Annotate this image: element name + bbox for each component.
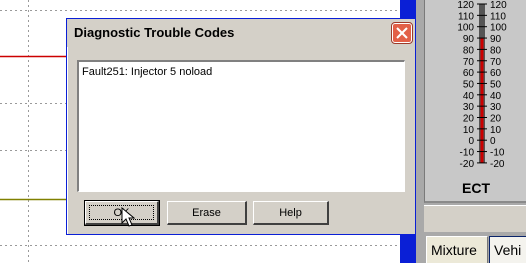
- gauge-tick-label-right: 70: [490, 57, 502, 68]
- gauge-tick-label-right: -20: [490, 159, 505, 170]
- close-icon: [396, 27, 408, 39]
- gauge-tick-label-right: 90: [490, 34, 502, 45]
- gauge-tick-label-left: 110: [458, 11, 474, 22]
- gauge-tick-label-left: -20: [460, 159, 475, 170]
- gauge-tick-label-right: 50: [490, 79, 502, 90]
- gauge-tick-label-left: 40: [463, 91, 475, 102]
- gauge-tick-label-right: 80: [490, 45, 502, 56]
- gauge-tick-label-left: 120: [457, 0, 474, 11]
- gauge-tick-label-left: -10: [460, 148, 475, 159]
- gauge-tick-label-right: 10: [490, 125, 502, 136]
- dialog-title: Diagnostic Trouble Codes: [74, 25, 235, 40]
- mouse-pointer-icon: [121, 206, 136, 234]
- gauge-tick-label-right: 40: [490, 91, 502, 102]
- panel-divider: [424, 205, 526, 232]
- gauge-tick-label-left: 80: [463, 45, 475, 56]
- help-button[interactable]: Help: [253, 201, 329, 225]
- gauge-tick-label-right: 110: [490, 11, 506, 22]
- ect-gauge-scale: 120 120110 110100 10090 9080 8070 7060 6050 5040…: [457, 0, 507, 170]
- gauge-tick-label-left: 100: [457, 23, 474, 34]
- gauge-tick-label-right: 20: [490, 114, 502, 125]
- gauge-tick-label-right: 60: [490, 68, 502, 79]
- gauge-tick-label-left: 30: [463, 102, 475, 113]
- gauge-tick-label-right: -10: [490, 148, 505, 159]
- dialog-titlebar[interactable]: Diagnostic Trouble Codes: [67, 19, 415, 47]
- ect-gauge-label: ECT: [462, 180, 490, 196]
- gauge-tick-label-right: 30: [490, 102, 502, 113]
- gauge-tick-label-right: 120: [490, 0, 507, 11]
- dtc-dialog: Diagnostic Trouble Codes Fault251: Injec…: [66, 18, 416, 235]
- tab-mixture[interactable]: Mixture: [426, 236, 488, 263]
- gauge-tick-label-right: 0: [490, 136, 496, 147]
- gauge-tick-label-left: 70: [463, 57, 475, 68]
- gauge-tick-label-left: 60: [463, 68, 475, 79]
- erase-button[interactable]: Erase: [167, 201, 247, 225]
- gauge-tick-label-left: 20: [463, 114, 475, 125]
- ect-gauge: 120 120 110 110 100 100 90 90 80 80 70 70 60 60 50 50 40…: [424, 0, 526, 203]
- trouble-code-list[interactable]: Fault251: Injector 5 noload: [77, 60, 405, 192]
- close-button[interactable]: [391, 22, 413, 44]
- gauge-tick-label-left: 10: [463, 125, 475, 136]
- gauge-tick-label-right: 100: [490, 23, 507, 34]
- tab-vehicle[interactable]: Vehi: [489, 236, 526, 263]
- list-item[interactable]: Fault251: Injector 5 noload: [82, 66, 212, 78]
- gauge-tick-label-left: 0: [468, 136, 474, 147]
- gauge-tick-label-left: 90: [463, 34, 475, 45]
- gauge-tick-label-left: 50: [463, 79, 475, 90]
